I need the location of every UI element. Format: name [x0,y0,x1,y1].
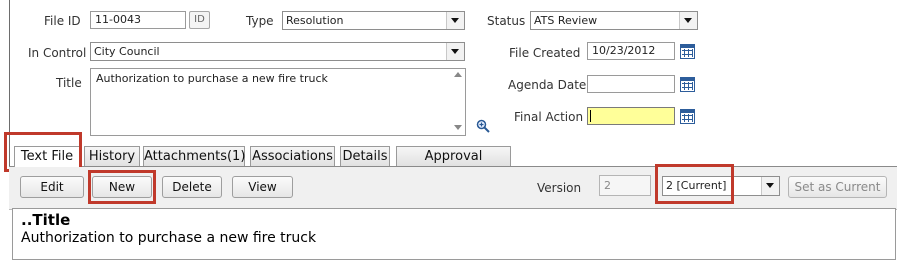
calendar-icon[interactable] [680,77,695,92]
tab-details[interactable]: Details [340,146,390,166]
scroll-up-icon[interactable] [454,72,462,77]
delete-button[interactable]: Delete [162,176,222,198]
file-id-label: File ID [44,14,81,28]
scroll-down-icon[interactable] [454,125,462,130]
calendar-icon[interactable] [680,109,695,124]
type-label: Type [246,14,274,28]
version-label: Version [537,181,582,195]
tab-approval-tracking[interactable]: Approval Tracking [396,146,511,183]
title-scrollbar[interactable] [451,68,465,134]
tab-associations[interactable]: Associations [250,146,335,166]
text-content-panel[interactable]: ..Title Authorization to purchase a new … [12,208,896,260]
zoom-in-icon[interactable] [476,119,490,133]
in-control-select-value: City Council [94,45,160,58]
id-button[interactable]: ID [189,11,210,29]
highlight-text-file-tab [4,132,82,172]
status-select[interactable]: ATS Review [530,11,698,30]
view-button[interactable]: View [232,176,293,198]
calendar-icon[interactable] [680,44,695,59]
final-action-label: Final Action [514,110,584,124]
dropdown-arrow-icon[interactable] [446,43,464,60]
set-as-current-button: Set as Current [788,176,887,198]
tab-attachments[interactable]: Attachments(1) [143,146,245,166]
type-select-value: Resolution [286,14,344,27]
agenda-date-label: Agenda Date [508,78,587,92]
type-select[interactable]: Resolution [282,11,465,30]
dropdown-arrow-icon[interactable] [679,12,697,29]
dropdown-arrow-icon[interactable] [761,177,779,195]
file-created-field[interactable]: 10/23/2012 [587,42,675,60]
status-select-value: ATS Review [534,14,598,27]
in-control-select[interactable]: City Council [90,42,465,61]
title-textarea[interactable]: Authorization to purchase a new fire tru… [90,68,466,136]
title-label: Title [56,76,82,90]
highlight-version-select [655,164,734,204]
content-body: Authorization to purchase a new fire tru… [21,230,317,246]
highlight-new-button [88,170,156,204]
tab-history[interactable]: History [84,146,140,166]
version-field: 2 [599,175,651,196]
in-control-label: In Control [28,46,87,60]
status-label: Status [487,14,526,28]
dropdown-arrow-icon[interactable] [446,12,464,29]
edit-button[interactable]: Edit [20,176,84,198]
title-text: Authorization to purchase a new fire tru… [96,72,328,85]
text-cursor [590,110,591,122]
file-id-field[interactable]: 11-0043 [90,11,186,29]
file-created-label: File Created [509,46,581,60]
content-heading: ..Title [21,211,71,229]
final-action-field[interactable] [587,107,675,125]
agenda-date-field[interactable] [587,75,675,93]
